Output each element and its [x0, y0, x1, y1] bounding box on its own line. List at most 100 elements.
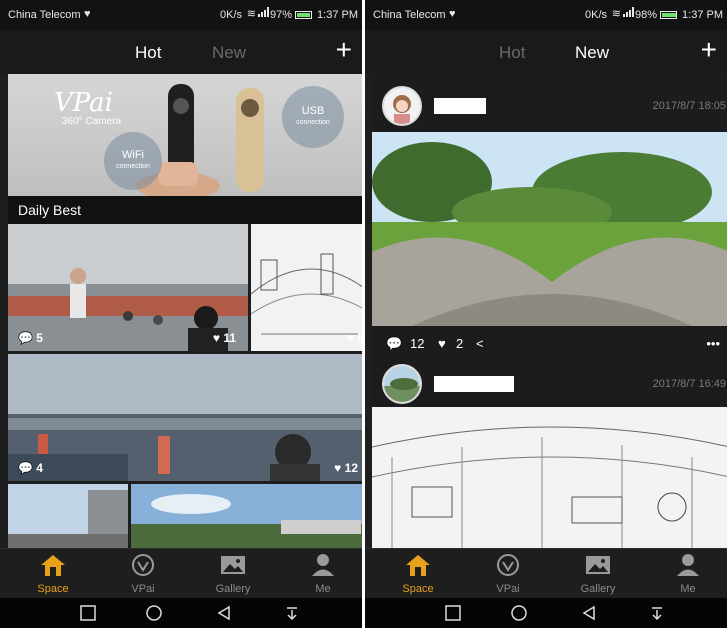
photo-tile[interactable] [8, 484, 128, 548]
wifi-icon: ≋ [611, 8, 621, 20]
nav-gallery[interactable]: Gallery [563, 551, 633, 597]
photo-tile[interactable]: 💬 5 ♥ 11 [8, 224, 248, 351]
avatar[interactable] [382, 364, 422, 404]
tab-hot[interactable]: Hot [499, 43, 525, 63]
nav-label: Gallery [215, 583, 251, 595]
heart-icon: ♥ [346, 331, 354, 345]
comment-icon[interactable]: 💬 [386, 336, 402, 352]
carrier-label: China Telecom [8, 9, 81, 21]
panorama-thumbnail [8, 354, 362, 481]
net-speed: 0K/s [584, 9, 607, 21]
photo-tile[interactable]: 💬 4 ♥ 12 [8, 354, 362, 481]
phone-new-screen: China Telecom ♥ 0K/s ≋ 98% 1:37 PM Hot N… [365, 0, 727, 628]
post-photo[interactable] [372, 407, 727, 548]
nav-me[interactable]: Me [653, 551, 723, 597]
top-tab-bar: Hot New + [365, 30, 727, 74]
nav-vpai[interactable]: VPai [473, 551, 543, 597]
battery-icon [660, 11, 677, 19]
nav-me[interactable]: Me [288, 551, 358, 597]
photo-tile[interactable]: ♥ 5 [251, 224, 362, 351]
usb-bubble-sub: connection [296, 119, 330, 126]
post-date: 2017/8/7 16:49 [652, 378, 726, 390]
heart-icon: ♥ [212, 331, 220, 345]
nav-label: Gallery [580, 583, 616, 595]
clock: 1:37 PM [682, 9, 723, 21]
bottom-nav: Space VPai Gallery Me [365, 548, 727, 598]
nav-vpai[interactable]: VPai [108, 551, 178, 597]
battery-percent: 97% [269, 9, 292, 21]
post-date: 2017/8/7 18:05 [652, 100, 726, 112]
panorama-image [372, 132, 727, 326]
heart-icon[interactable]: ♥ [438, 336, 446, 351]
plus-icon[interactable]: + [336, 36, 352, 64]
nav-label: Me [680, 583, 696, 595]
vpai-icon [132, 554, 154, 576]
plus-icon[interactable]: + [701, 36, 717, 64]
tab-new[interactable]: New [212, 43, 246, 63]
nav-label: VPai [131, 583, 155, 595]
home-icon [406, 555, 430, 576]
square-icon[interactable] [445, 605, 461, 621]
tab-hot[interactable]: Hot [135, 43, 161, 63]
tile-likes: ♥ 5 [347, 331, 362, 345]
nav-label: VPai [496, 583, 520, 595]
post-header: 2017/8/7 16:49 [372, 354, 727, 410]
like-count: 12 [344, 461, 358, 475]
post-header: 2017/8/7 18:05 [372, 76, 727, 132]
nav-gallery[interactable]: Gallery [198, 551, 268, 597]
tile-comments: 💬 5 [18, 331, 43, 345]
comment-count: 4 [36, 461, 43, 475]
vpai-icon [497, 554, 519, 576]
system-nav-bar [0, 598, 362, 628]
heart-icon: ♥ [334, 461, 342, 475]
person-icon [312, 554, 334, 576]
nav-label: Space [402, 583, 434, 595]
avatar[interactable] [382, 86, 422, 126]
gallery-icon [221, 556, 245, 574]
panorama-image [372, 407, 727, 548]
down-icon[interactable] [649, 605, 665, 621]
post-photo[interactable] [372, 132, 727, 326]
carrier-label: China Telecom [373, 9, 446, 21]
promo-banner[interactable]: VPai 360° Camera WiFi connection USB con… [8, 74, 362, 196]
tile-comments: 💬 4 [18, 461, 43, 475]
daily-best-heading: Daily Best [8, 196, 362, 224]
like-count: 11 [223, 331, 236, 345]
nav-space[interactable]: Space [18, 551, 88, 597]
username-redacted [434, 98, 486, 114]
signal-icon [623, 7, 634, 17]
battery-percent: 98% [634, 9, 657, 21]
home-icon [41, 555, 65, 576]
net-speed: 0K/s [219, 9, 242, 21]
square-icon[interactable] [80, 605, 96, 621]
circle-icon[interactable] [511, 605, 527, 621]
wifi-icon: ≋ [246, 8, 256, 20]
system-nav-bar [365, 598, 727, 628]
bottom-nav: Space VPai Gallery Me [0, 548, 362, 598]
tile-likes: ♥ 11 [213, 331, 236, 345]
person-icon [677, 554, 699, 576]
wifi-bubble-sub: connection [116, 163, 150, 170]
panorama-thumbnail [131, 484, 362, 548]
panorama-thumbnail [251, 224, 362, 351]
nav-label: Me [315, 583, 331, 595]
comment-count: 5 [36, 331, 43, 345]
circle-icon[interactable] [146, 605, 162, 621]
back-icon[interactable] [581, 605, 597, 621]
like-count: 2 [456, 336, 464, 351]
top-tab-bar: Hot New + [0, 30, 362, 74]
comment-icon: 💬 [18, 461, 33, 475]
status-bar: China Telecom ♥ 0K/s ≋ 97% 1:37 PM [0, 0, 362, 30]
photo-tile[interactable] [131, 484, 362, 548]
tab-new[interactable]: New [575, 43, 609, 63]
share-icon[interactable]: < [476, 336, 484, 351]
down-icon[interactable] [284, 605, 300, 621]
nav-space[interactable]: Space [383, 551, 453, 597]
status-heart-icon: ♥ [84, 8, 91, 20]
gallery-icon [586, 556, 610, 574]
more-icon[interactable]: ••• [706, 336, 720, 351]
back-icon[interactable] [216, 605, 232, 621]
usb-bubble-label: USB [301, 105, 325, 117]
like-count: 5 [357, 331, 362, 345]
comment-icon: 💬 [18, 331, 33, 345]
